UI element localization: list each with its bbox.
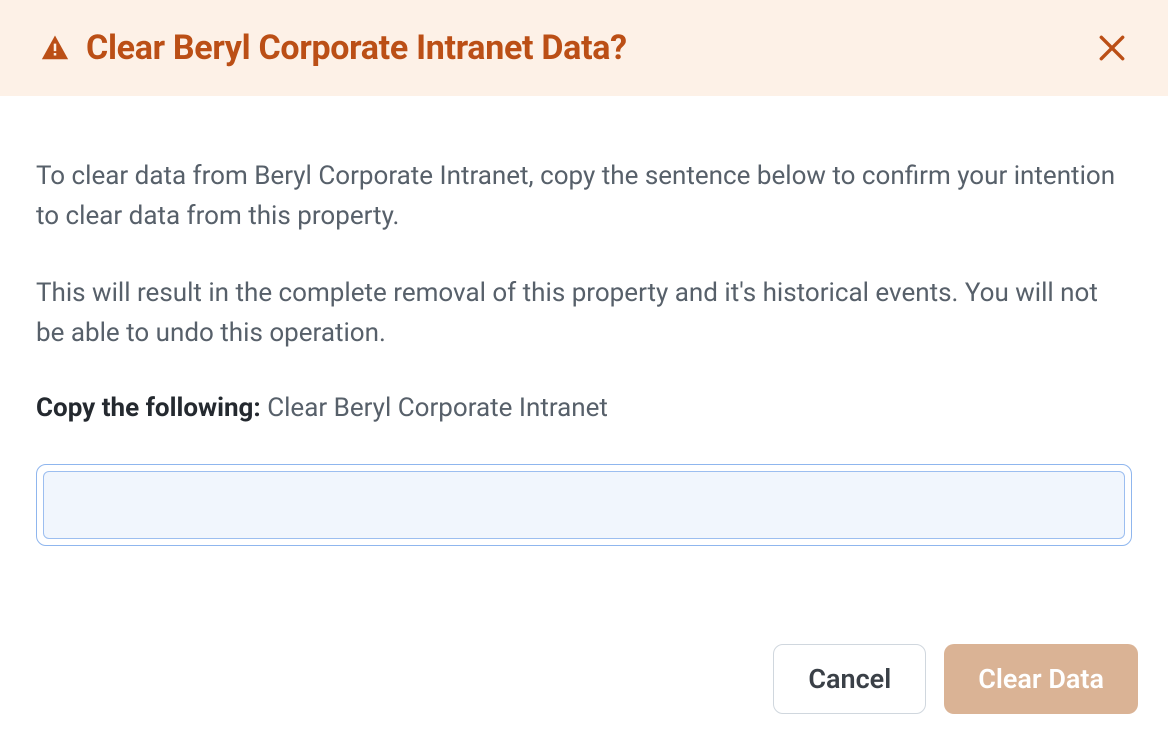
clear-data-button[interactable]: Clear Data bbox=[944, 644, 1138, 714]
clear-data-dialog: Clear Beryl Corporate Intranet Data? To … bbox=[0, 0, 1168, 734]
dialog-title: Clear Beryl Corporate Intranet Data? bbox=[86, 28, 627, 68]
copy-instruction: Copy the following: Clear Beryl Corporat… bbox=[36, 389, 1132, 428]
close-icon bbox=[1096, 32, 1128, 64]
title-wrap: Clear Beryl Corporate Intranet Data? bbox=[40, 28, 627, 68]
warning-triangle-icon bbox=[40, 33, 70, 63]
confirm-input-wrap bbox=[36, 464, 1132, 546]
confirm-input[interactable] bbox=[43, 471, 1125, 539]
cancel-button[interactable]: Cancel bbox=[773, 644, 926, 714]
description-1: To clear data from Beryl Corporate Intra… bbox=[36, 156, 1132, 237]
description-2: This will result in the complete removal… bbox=[36, 273, 1132, 354]
copy-text: Clear Beryl Corporate Intranet bbox=[267, 393, 608, 423]
dialog-footer: Cancel Clear Data bbox=[0, 614, 1168, 734]
close-button[interactable] bbox=[1096, 32, 1128, 64]
dialog-body: To clear data from Beryl Corporate Intra… bbox=[0, 96, 1168, 614]
copy-label: Copy the following: bbox=[36, 393, 261, 423]
dialog-header: Clear Beryl Corporate Intranet Data? bbox=[0, 0, 1168, 96]
